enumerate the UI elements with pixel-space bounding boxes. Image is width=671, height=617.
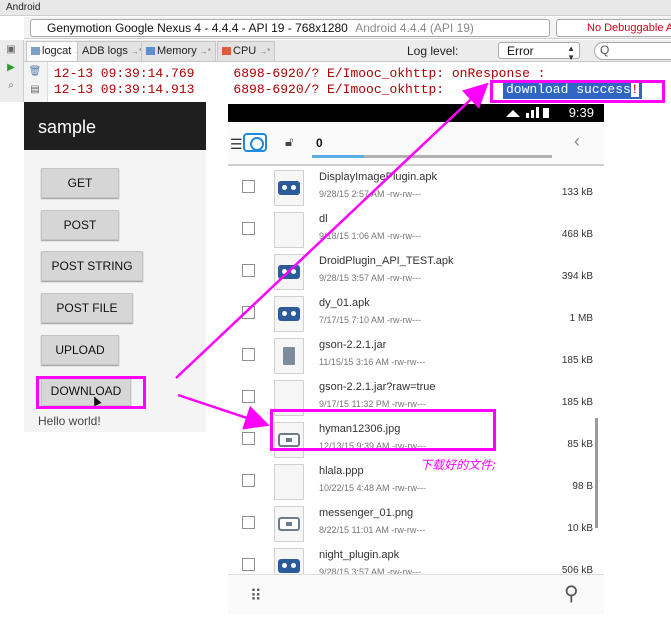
arrow-to-file — [177, 393, 270, 430]
screenshot-root: Android Genymotion Google Nexus 4 - 4.4.… — [0, 0, 671, 617]
arrow-to-log — [175, 82, 489, 379]
annotation-arrows — [175, 82, 489, 430]
